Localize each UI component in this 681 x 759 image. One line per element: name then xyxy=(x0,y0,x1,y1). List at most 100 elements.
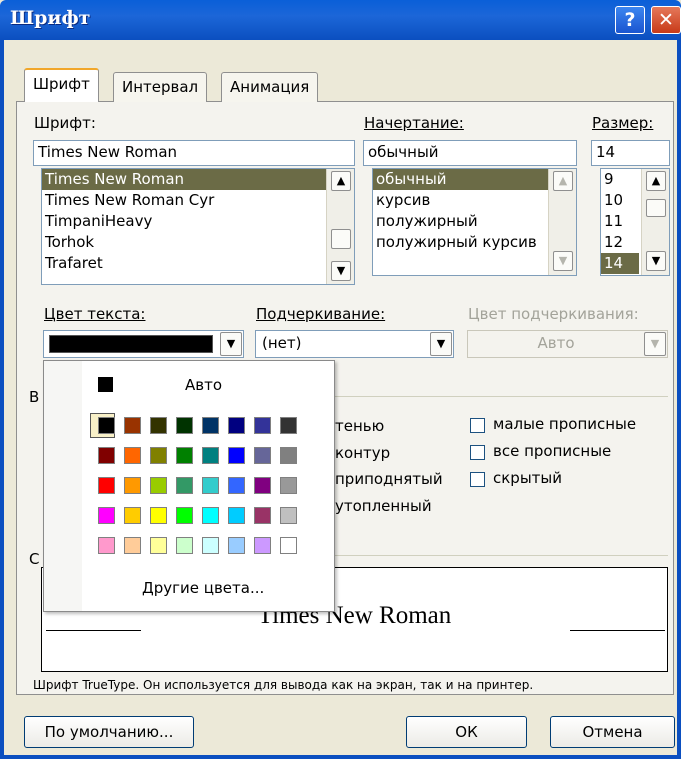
scroll-down-icon[interactable]: ▼ xyxy=(331,261,351,281)
list-item[interactable]: 14 xyxy=(601,253,639,274)
color-swatch[interactable] xyxy=(176,537,193,554)
color-swatch[interactable] xyxy=(98,447,115,464)
color-swatch[interactable] xyxy=(98,417,115,434)
color-swatch[interactable] xyxy=(254,417,271,434)
scroll-thumb[interactable] xyxy=(331,229,351,249)
color-swatch[interactable] xyxy=(176,477,193,494)
font-list[interactable]: Times New Roman Times New Roman Cyr Timpan… xyxy=(41,168,355,285)
effect-emboss-label: приподнятый xyxy=(335,470,443,488)
style-list-scrollbar[interactable]: ▲ ▼ xyxy=(548,169,576,275)
auto-color-label[interactable]: Авто xyxy=(185,376,222,394)
size-label: Размер: xyxy=(592,114,653,132)
color-swatch[interactable] xyxy=(124,507,141,524)
color-swatch[interactable] xyxy=(176,417,193,434)
list-item[interactable]: Times New Roman xyxy=(42,169,326,190)
color-swatch[interactable] xyxy=(280,507,297,524)
close-button[interactable]: ✕ xyxy=(651,6,681,34)
color-swatch[interactable] xyxy=(124,537,141,554)
color-swatch[interactable] xyxy=(124,477,141,494)
help-button[interactable]: ? xyxy=(615,6,645,34)
list-item[interactable]: обычный xyxy=(373,169,548,190)
list-item[interactable]: 11 xyxy=(601,211,639,232)
color-swatch[interactable] xyxy=(280,537,297,554)
color-swatch[interactable] xyxy=(254,447,271,464)
scroll-up-icon[interactable]: ▲ xyxy=(553,171,573,191)
color-swatch[interactable] xyxy=(124,447,141,464)
underline-color-dropdown[interactable]: Авто ▼ xyxy=(467,330,668,358)
font-list-scrollbar[interactable]: ▲ ▼ xyxy=(326,169,354,284)
default-button[interactable]: По умолчанию... xyxy=(24,716,194,748)
color-swatch[interactable] xyxy=(150,537,167,554)
style-list[interactable]: обычный курсив полужирный полужирный курсив… xyxy=(372,168,577,276)
color-swatch[interactable] xyxy=(202,477,219,494)
scroll-down-icon[interactable]: ▼ xyxy=(553,251,573,271)
color-swatch[interactable] xyxy=(228,537,245,554)
scroll-up-icon[interactable]: ▲ xyxy=(646,171,666,191)
size-list-scrollbar[interactable]: ▲ ▼ xyxy=(641,169,669,275)
color-swatch[interactable] xyxy=(98,477,115,494)
color-swatch[interactable] xyxy=(202,417,219,434)
scroll-thumb[interactable] xyxy=(646,199,666,217)
list-item[interactable]: Times New Roman Cyr xyxy=(42,190,326,211)
color-swatch[interactable] xyxy=(150,447,167,464)
color-swatch[interactable] xyxy=(202,447,219,464)
effect-engrave[interactable]: утопленный xyxy=(335,497,432,515)
hidden-checkbox[interactable] xyxy=(470,472,485,487)
size-input[interactable]: 14 xyxy=(591,140,670,166)
list-item[interactable]: полужирный xyxy=(373,211,548,232)
color-swatch[interactable] xyxy=(150,507,167,524)
size-label-text: Размер: xyxy=(592,114,654,132)
effect-outline[interactable]: контур xyxy=(335,444,390,462)
color-swatch[interactable] xyxy=(228,417,245,434)
font-input[interactable]: Times New Roman xyxy=(33,140,355,166)
color-swatch[interactable] xyxy=(202,507,219,524)
color-swatch[interactable] xyxy=(124,417,141,434)
list-item[interactable]: Torhok xyxy=(42,232,326,253)
color-swatch[interactable] xyxy=(98,507,115,524)
effect-emboss[interactable]: приподнятый xyxy=(335,470,443,488)
color-swatch[interactable] xyxy=(176,447,193,464)
chevron-down-icon[interactable]: ▼ xyxy=(430,332,452,356)
chevron-down-icon[interactable]: ▼ xyxy=(220,332,242,356)
scroll-down-icon[interactable]: ▼ xyxy=(646,251,666,271)
color-swatch[interactable] xyxy=(150,477,167,494)
list-item[interactable]: Trafaret xyxy=(42,253,326,274)
color-swatch[interactable] xyxy=(98,537,115,554)
text-color-dropdown[interactable]: ▼ xyxy=(43,330,244,358)
all-caps-checkbox[interactable] xyxy=(470,445,485,460)
color-swatch[interactable] xyxy=(228,507,245,524)
list-item[interactable]: 10 xyxy=(601,190,639,211)
list-item[interactable]: TimpaniHeavy xyxy=(42,211,326,232)
color-swatch[interactable] xyxy=(150,417,167,434)
color-swatch[interactable] xyxy=(254,537,271,554)
color-swatch[interactable] xyxy=(176,507,193,524)
color-swatch[interactable] xyxy=(228,477,245,494)
effect-shadow[interactable]: тенью xyxy=(335,417,384,435)
tab-animation[interactable]: Анимация xyxy=(221,72,319,102)
ok-button[interactable]: ОК xyxy=(406,716,527,748)
scroll-up-icon[interactable]: ▲ xyxy=(331,171,351,191)
list-item[interactable]: полужирный курсив xyxy=(373,232,548,253)
list-item[interactable]: 12 xyxy=(601,232,639,253)
color-swatch[interactable] xyxy=(202,537,219,554)
underline-dropdown[interactable]: (нет) ▼ xyxy=(255,330,454,358)
size-list[interactable]: 9 10 11 12 14 ▲ ▼ xyxy=(600,168,670,276)
color-swatch[interactable] xyxy=(254,507,271,524)
list-item[interactable]: курсив xyxy=(373,190,548,211)
list-item[interactable]: 9 xyxy=(601,169,639,190)
more-colors-link[interactable]: Другие цвета... xyxy=(142,579,264,597)
sample-divider xyxy=(290,555,668,556)
tab-font[interactable]: Шрифт xyxy=(24,68,99,102)
color-swatch[interactable] xyxy=(280,417,297,434)
style-input[interactable]: обычный xyxy=(363,140,577,166)
auto-color-swatch[interactable] xyxy=(98,377,113,392)
color-swatch[interactable] xyxy=(228,447,245,464)
tab-interval[interactable]: Интервал xyxy=(113,72,208,102)
window-title: Шрифт xyxy=(10,7,91,29)
cancel-button[interactable]: Отмена xyxy=(550,716,675,748)
chevron-down-icon[interactable]: ▼ xyxy=(644,332,666,356)
color-swatch[interactable] xyxy=(280,447,297,464)
small-caps-checkbox[interactable] xyxy=(470,418,485,433)
color-swatch[interactable] xyxy=(280,477,297,494)
color-swatch[interactable] xyxy=(254,477,271,494)
